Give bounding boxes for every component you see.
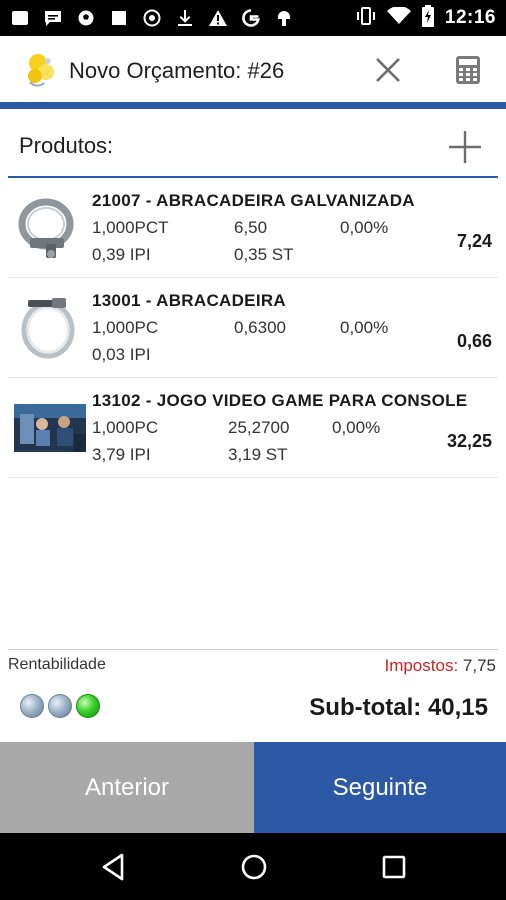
product-title: 21007 - ABRACADEIRA GALVANIZADA — [92, 191, 415, 210]
taxes-summary: Impostos: 7,75 — [384, 656, 496, 676]
videogame-image — [14, 404, 86, 452]
product-list: 21007 - ABRACADEIRA GALVANIZADA 1,000PCT… — [8, 178, 498, 478]
product-item[interactable]: 21007 - ABRACADEIRA GALVANIZADA 1,000PCT… — [8, 178, 498, 278]
next-button[interactable]: Seguinte — [254, 742, 506, 833]
android-icon — [274, 8, 294, 28]
product-title: 13102 - JOGO VIDEO GAME PARA CONSOLE — [92, 391, 468, 410]
product-item[interactable]: 13001 - ABRACADEIRA 1,000PC 0,6300 0,00%… — [8, 278, 498, 378]
download-icon — [175, 8, 195, 28]
product-ipi: 0,39 IPI — [92, 245, 151, 264]
product-discount: 0,00% — [340, 218, 389, 237]
product-total: 7,24 — [456, 231, 492, 251]
calculator-icon — [456, 56, 480, 84]
recent-apps-button[interactable] — [378, 851, 410, 883]
close-icon — [376, 58, 400, 82]
message-icon — [43, 8, 63, 28]
warning-icon — [208, 8, 228, 28]
taxes-value: 7,75 — [462, 656, 496, 675]
product-quantity: 1,000PC — [92, 418, 159, 437]
products-header: Produtos: — [0, 112, 506, 178]
close-button[interactable] — [370, 52, 406, 88]
clamp-ring-image — [16, 292, 80, 362]
app-toolbar: Novo Orçamento: #26 — [0, 36, 506, 104]
system-status: 12:16 — [355, 4, 506, 32]
profitability-indicator — [20, 694, 100, 718]
recent-apps-icon — [382, 855, 406, 879]
product-discount: 0,00% — [340, 318, 389, 337]
soccer-icon — [76, 8, 96, 28]
subtotal: Sub-total: 40,15 — [309, 694, 488, 721]
page-title: Novo Orçamento: #26 — [69, 58, 285, 83]
product-unit-price: 6,50 — [234, 218, 268, 237]
previous-button[interactable]: Anterior — [0, 742, 254, 833]
product-st: 3,19 ST — [228, 445, 288, 464]
vibrate-icon — [355, 6, 377, 30]
products-label: Produtos: — [19, 133, 114, 158]
plus-icon — [449, 131, 481, 163]
notification-icons — [0, 8, 294, 28]
calculator-button[interactable] — [450, 52, 486, 88]
image-icon — [10, 8, 30, 28]
app-logo-icon — [24, 52, 58, 88]
product-item[interactable]: 13102 - JOGO VIDEO GAME PARA CONSOLE 1,0… — [8, 378, 498, 478]
square-icon — [109, 8, 129, 28]
status-bar: 12:16 — [0, 0, 506, 36]
product-quantity: 1,000PC — [92, 318, 159, 337]
summary-divider — [8, 649, 498, 650]
toolbar-divider — [0, 102, 506, 109]
indicator-light-on — [76, 694, 100, 718]
system-navigation-bar — [0, 833, 506, 900]
add-product-button[interactable] — [444, 126, 486, 168]
indicator-light-off — [48, 694, 72, 718]
home-icon — [241, 854, 267, 880]
product-ipi: 0,03 IPI — [92, 345, 151, 364]
product-unit-price: 0,6300 — [234, 318, 286, 337]
hose-clamp-image — [16, 192, 80, 262]
product-total: 0,66 — [456, 331, 492, 351]
battery-charging-icon — [421, 4, 435, 32]
indicator-light-off — [20, 694, 44, 718]
product-st: 0,35 ST — [234, 245, 294, 264]
product-title: 13001 - ABRACADEIRA — [92, 291, 287, 310]
product-quantity: 1,000PCT — [92, 218, 169, 237]
product-unit-price: 25,2700 — [228, 418, 290, 437]
wifi-icon — [386, 5, 411, 30]
home-button[interactable] — [238, 851, 270, 883]
google-icon — [241, 8, 261, 28]
taxes-label: Impostos: — [384, 656, 459, 675]
back-button[interactable] — [98, 851, 130, 883]
shield-icon — [142, 8, 162, 28]
product-discount: 0,00% — [332, 418, 381, 437]
rentabilidade-label: Rentabilidade — [8, 656, 106, 673]
product-total: 32,25 — [446, 431, 492, 451]
back-icon — [102, 853, 124, 881]
clock: 12:16 — [444, 7, 496, 28]
product-ipi: 3,79 IPI — [92, 445, 151, 464]
